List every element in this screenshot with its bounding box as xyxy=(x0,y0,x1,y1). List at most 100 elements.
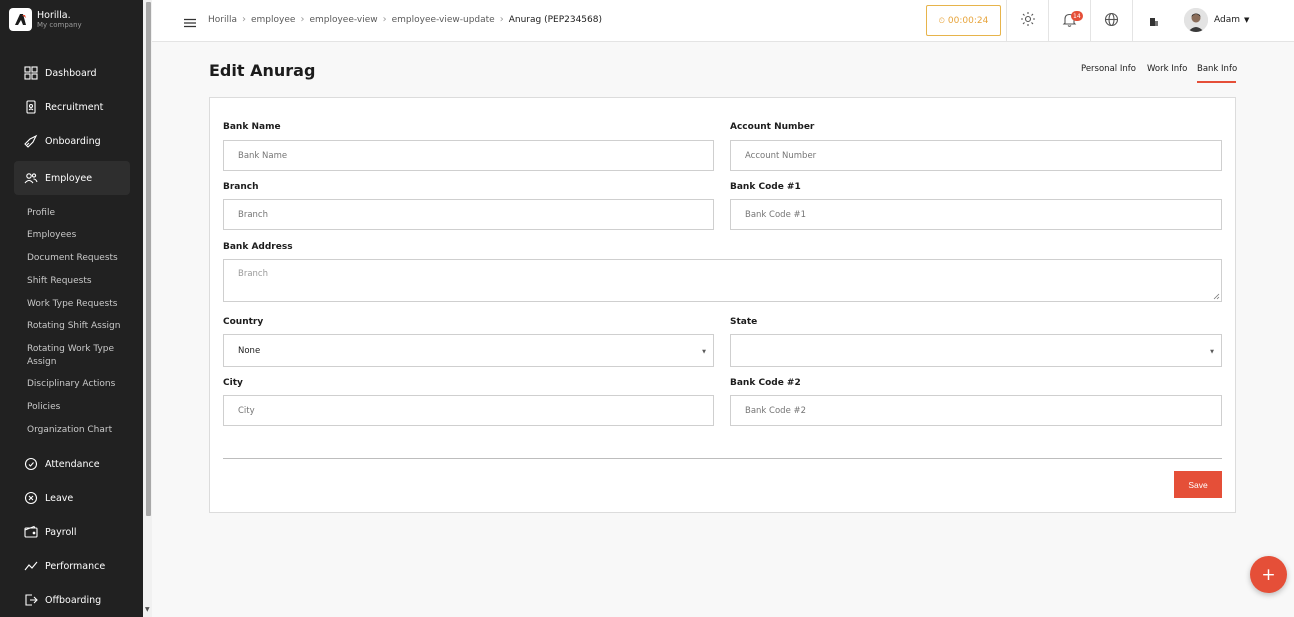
tab-bank-info[interactable]: Bank Info xyxy=(1197,64,1237,83)
brand[interactable]: Horilla. My company xyxy=(9,8,82,31)
sidebar-item-label: Attendance xyxy=(45,458,100,470)
bank-code-1-input[interactable] xyxy=(730,199,1222,230)
brand-name: Horilla. xyxy=(37,9,71,21)
sidebar-item-payroll[interactable]: Payroll xyxy=(14,515,130,549)
city-label: City xyxy=(223,378,243,388)
country-select[interactable]: None ▼ xyxy=(223,334,714,367)
sidebar: Horilla. My company Dashboard Recruitmen… xyxy=(0,0,143,617)
caret-down-icon: ▼ xyxy=(1244,16,1250,24)
sidebar-item-label: Employee xyxy=(45,172,93,184)
logout-icon xyxy=(22,592,39,609)
bank-name-input[interactable] xyxy=(223,140,714,171)
branch-input[interactable] xyxy=(223,199,714,230)
account-number-label: Account Number xyxy=(730,122,815,132)
bank-code-2-label: Bank Code #2 xyxy=(730,378,801,388)
submenu-item-profile[interactable]: Profile xyxy=(27,207,127,220)
user-menu[interactable]: Adam ▼ xyxy=(1184,8,1249,32)
submenu-item-disciplinary-actions[interactable]: Disciplinary Actions xyxy=(27,378,127,391)
submenu-item-organization-chart[interactable]: Organization Chart xyxy=(27,424,127,437)
chevron-right-icon: › xyxy=(242,14,246,25)
chevron-right-icon: › xyxy=(300,14,305,25)
sidebar-item-label: Payroll xyxy=(45,526,77,538)
topbar: Horilla › employee › employee-view › emp… xyxy=(152,0,1294,42)
horilla-logo-icon xyxy=(9,8,32,31)
sidebar-scrollbar-thumb[interactable] xyxy=(146,2,151,516)
submenu-item-employees[interactable]: Employees xyxy=(27,229,127,242)
bank-info-form: Bank Name Account Number Branch Bank Cod… xyxy=(209,97,1236,513)
sidebar-item-dashboard[interactable]: Dashboard xyxy=(14,56,130,90)
breadcrumb: Horilla › employee › employee-view › emp… xyxy=(208,14,602,25)
hamburger-menu-icon[interactable] xyxy=(184,14,196,28)
breadcrumb-item[interactable]: employee-view xyxy=(309,15,377,25)
sidebar-item-label: Performance xyxy=(45,560,106,572)
rocket-icon xyxy=(22,133,39,150)
globe-icon xyxy=(1104,12,1119,31)
tab-work-info[interactable]: Work Info xyxy=(1147,64,1187,74)
submenu-item-work-type-requests[interactable]: Work Type Requests xyxy=(27,298,127,311)
submenu-item-policies[interactable]: Policies xyxy=(27,401,127,414)
tab-personal-info[interactable]: Personal Info xyxy=(1081,64,1136,74)
company-switch-button[interactable] xyxy=(1132,0,1174,42)
notifications-button[interactable]: 14 xyxy=(1048,0,1090,42)
user-name: Adam xyxy=(1214,15,1240,25)
breadcrumb-item[interactable]: employee xyxy=(251,15,295,25)
notification-count-badge: 14 xyxy=(1071,11,1083,21)
sidebar-item-performance[interactable]: Performance xyxy=(14,549,130,583)
bank-code-2-input[interactable] xyxy=(730,395,1222,426)
account-number-input[interactable] xyxy=(730,140,1222,171)
chart-line-icon xyxy=(22,558,39,575)
gear-icon xyxy=(1020,11,1036,31)
breadcrumb-item[interactable]: Horilla xyxy=(208,15,237,25)
sidebar-item-attendance[interactable]: Attendance xyxy=(14,447,130,481)
branch-label: Branch xyxy=(223,182,259,192)
chevron-down-icon: ▼ xyxy=(702,349,706,355)
form-divider xyxy=(223,458,1222,459)
breadcrumb-item[interactable]: employee-view-update xyxy=(392,15,495,25)
scroll-down-arrow-icon[interactable]: ▼ xyxy=(145,606,150,613)
breadcrumb-current: Anurag (PEP234568) xyxy=(508,14,602,25)
sidebar-item-recruitment[interactable]: Recruitment xyxy=(14,90,130,124)
state-select[interactable]: ▼ xyxy=(730,334,1222,367)
country-selected-value: None xyxy=(238,345,261,356)
clock-out-timer-button[interactable]: ⏲ 00:00:24 xyxy=(926,5,1001,36)
sidebar-item-label: Dashboard xyxy=(45,67,97,79)
users-icon xyxy=(22,170,39,187)
sidebar-item-employee[interactable]: Employee xyxy=(14,161,130,195)
bank-address-label: Bank Address xyxy=(223,242,293,252)
wallet-icon xyxy=(22,524,39,541)
bank-address-textarea[interactable]: Branch xyxy=(223,259,1222,302)
city-input[interactable] xyxy=(223,395,714,426)
sidebar-item-offboarding[interactable]: Offboarding xyxy=(14,583,130,617)
settings-button[interactable] xyxy=(1006,0,1048,42)
sidebar-item-onboarding[interactable]: Onboarding xyxy=(14,124,130,158)
save-button[interactable]: Save xyxy=(1174,471,1222,498)
chevron-right-icon: › xyxy=(499,14,504,25)
chevron-down-icon: ▼ xyxy=(1210,349,1214,355)
sidebar-item-label: Onboarding xyxy=(45,135,101,147)
submenu-item-document-requests[interactable]: Document Requests xyxy=(27,252,127,265)
resize-handle-icon[interactable] xyxy=(1213,293,1220,300)
avatar xyxy=(1184,8,1208,32)
sidebar-item-leave[interactable]: Leave xyxy=(14,481,130,515)
page-title: Edit Anurag xyxy=(209,61,316,80)
attendance-icon xyxy=(22,456,39,473)
sidebar-item-label: Offboarding xyxy=(45,594,102,606)
sidebar-item-label: Leave xyxy=(45,492,74,504)
submenu-item-shift-requests[interactable]: Shift Requests xyxy=(27,275,127,288)
bank-name-label: Bank Name xyxy=(223,122,281,132)
sidebar-item-label: Recruitment xyxy=(45,101,104,113)
submenu-item-rotating-shift-assign[interactable]: Rotating Shift Assign xyxy=(27,320,127,333)
state-label: State xyxy=(730,317,758,327)
chevron-right-icon: › xyxy=(382,14,387,25)
add-fab-button[interactable]: + xyxy=(1250,556,1287,593)
company-name: My company xyxy=(37,20,82,29)
bank-address-placeholder: Branch xyxy=(238,269,268,279)
timer-value: 00:00:24 xyxy=(947,15,989,26)
dashboard-icon xyxy=(22,65,39,82)
submenu-item-rotating-work-type-assign[interactable]: Rotating Work Type Assign xyxy=(27,343,127,369)
leave-icon xyxy=(22,490,39,507)
language-button[interactable] xyxy=(1090,0,1132,42)
plus-icon: + xyxy=(1261,564,1276,585)
country-label: Country xyxy=(223,317,264,327)
building-icon xyxy=(1149,12,1159,31)
